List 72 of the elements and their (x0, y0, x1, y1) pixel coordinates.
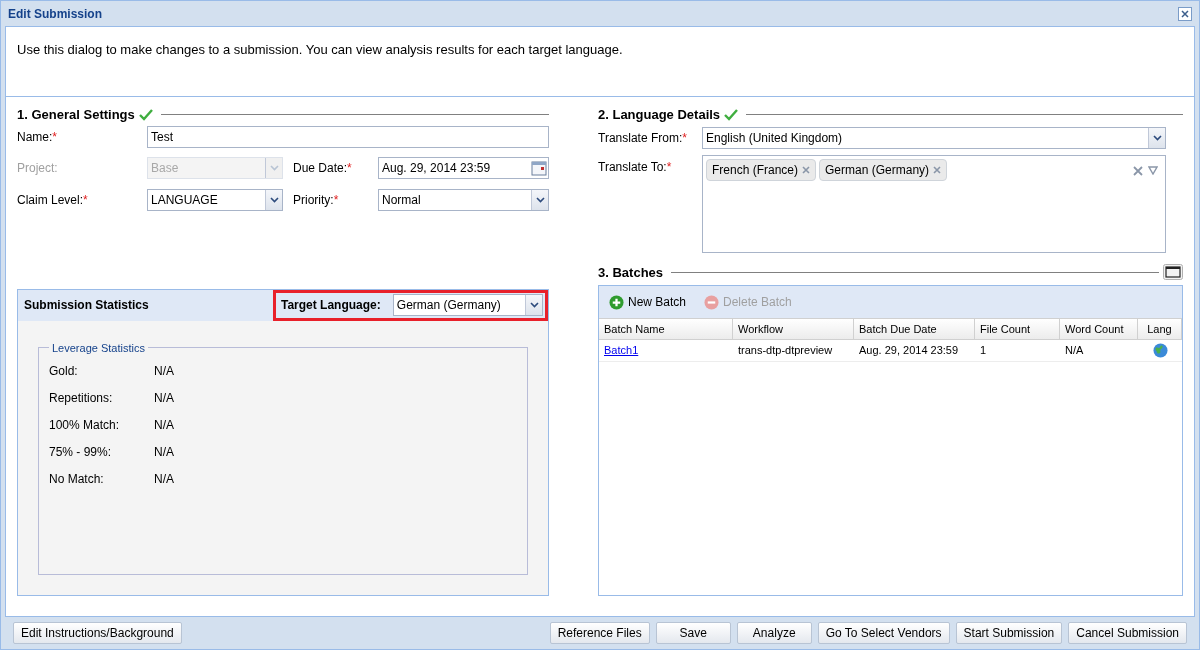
field-label: Project: (17, 159, 58, 177)
column-header[interactable]: File Count (975, 319, 1060, 339)
batch-link[interactable]: Batch1 (604, 344, 639, 357)
target-language-label: Target Language: (281, 297, 381, 314)
statistic-label: Gold: (49, 363, 79, 380)
footer-button[interactable]: Reference Files (549, 622, 650, 644)
statistic-label: 100% Match: (49, 417, 121, 434)
plus-icon (609, 294, 624, 310)
intro-text: Use this dialog to make changes to a submission. You can view analysis results for each target language. (17, 41, 624, 59)
column-header[interactable]: Word Count (1060, 319, 1138, 339)
translate-to-field[interactable]: French (France) German (Germany) (702, 154, 1166, 253)
dropdown-caret-icon[interactable] (531, 189, 548, 210)
dropdown-field[interactable]: LANGUAGE (147, 188, 283, 211)
globe-icon[interactable] (1152, 343, 1168, 358)
section-title: 3. Batches (598, 263, 664, 282)
dropdown-field[interactable]: German (Germany) (392, 294, 543, 316)
statistic-value: N/A (154, 363, 174, 380)
footer-button[interactable]: Analyze (736, 622, 812, 644)
field-label: Claim Level: (17, 191, 84, 209)
minus-icon (704, 294, 720, 310)
dropdown-caret-icon[interactable] (525, 295, 542, 315)
section-title: 1. General Settings (17, 106, 135, 124)
footer-button[interactable]: Save (655, 622, 731, 644)
panel-title: Submission Statistics (23, 297, 149, 314)
field-label: Due Date: (293, 159, 348, 177)
name-field[interactable]: Test (147, 125, 549, 148)
required-asterisk: * (666, 158, 672, 176)
dropdown-caret-icon[interactable] (1148, 127, 1165, 148)
remove-icon[interactable] (802, 165, 811, 174)
date-field[interactable]: Aug. 29, 2014 23:59 (378, 156, 549, 179)
section-title: 2. Language Details (598, 106, 721, 124)
clear-icon[interactable] (1133, 165, 1143, 176)
language-tag[interactable]: German (Germany) (819, 158, 948, 181)
statistic-value: N/A (154, 471, 174, 488)
window-title: Edit Submission (8, 5, 102, 23)
required-asterisk: * (52, 128, 57, 146)
footer-button[interactable]: Start Submission (955, 622, 1063, 644)
toolbar-button[interactable]: New Batch (609, 293, 687, 311)
dropdown-field[interactable]: English (United Kingdom) (702, 126, 1166, 149)
required-asterisk: * (333, 191, 339, 209)
statistic-value: N/A (154, 444, 174, 461)
calendar-icon[interactable] (531, 159, 547, 176)
close-icon[interactable] (1178, 6, 1192, 21)
statistic-value: N/A (154, 390, 174, 407)
footer-button[interactable]: Go To Select Vendors (817, 622, 950, 644)
field-label: Name: (17, 128, 53, 146)
table-cell-text: trans-dtp-dtpreview (737, 343, 834, 359)
required-asterisk: * (347, 159, 352, 177)
field-label: Translate To: (598, 158, 667, 176)
table-cell-text: Aug. 29, 2014 23:59 (858, 343, 960, 359)
table-cell-text: 1 (979, 343, 988, 359)
language-tag[interactable]: French (France) (706, 158, 817, 181)
dropdown-caret-icon[interactable] (265, 189, 282, 210)
required-asterisk: * (83, 191, 88, 209)
field-label: Priority: (293, 191, 334, 209)
column-header[interactable]: Lang (1138, 319, 1182, 339)
dropdown-triangle-icon[interactable] (1148, 166, 1158, 175)
column-header[interactable]: Batch Due Date (854, 319, 975, 339)
column-header[interactable]: Batch Name (599, 319, 733, 339)
remove-icon[interactable] (933, 165, 942, 174)
statistic-label: Repetitions: (49, 390, 114, 407)
column-header[interactable]: Workflow (733, 319, 854, 339)
table-cell-text: N/A (1064, 343, 1085, 359)
maximize-icon[interactable] (1163, 264, 1183, 281)
required-asterisk: * (682, 129, 687, 147)
footer-button[interactable]: Edit Instructions/Background (13, 622, 182, 644)
statistic-label: 75% - 99%: (49, 444, 113, 461)
footer-button[interactable]: Cancel Submission (1068, 622, 1187, 644)
dropdown-field[interactable]: Normal (378, 188, 549, 211)
statistic-value: N/A (154, 417, 174, 434)
field-label: Translate From: (598, 129, 683, 147)
statistic-label: No Match: (49, 471, 105, 488)
